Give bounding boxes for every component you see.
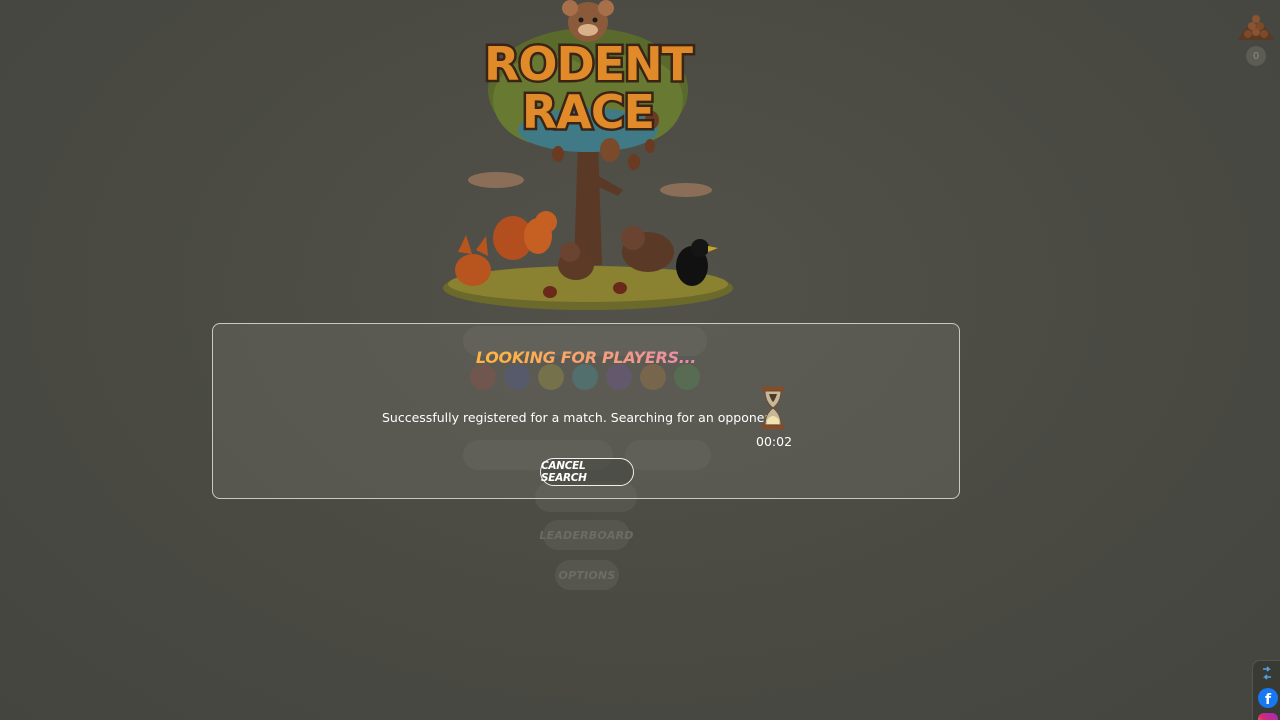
cancel-search-button[interactable]: CANCEL SEARCH	[540, 458, 634, 486]
hourglass-icon	[761, 386, 785, 430]
matchmaking-modal: LOOKING FOR PLAYERS... Successfully regi…	[212, 323, 960, 499]
acorn-pile-icon	[1236, 6, 1276, 42]
game-stage: RODENT RACE LEADERBOARD OPTIONS 0 f LOOK…	[0, 0, 1280, 720]
facebook-icon[interactable]: f	[1258, 688, 1278, 708]
share-icon[interactable]	[1259, 665, 1275, 681]
leaderboard-button: LEADERBOARD	[539, 520, 633, 550]
social-bar: f	[1252, 660, 1280, 720]
acorn-count: 0	[1246, 46, 1266, 66]
instagram-icon[interactable]	[1258, 713, 1278, 720]
modal-title: LOOKING FOR PLAYERS...	[213, 348, 959, 367]
options-button: OPTIONS	[555, 560, 619, 590]
search-timer: 00:02	[756, 434, 793, 449]
status-message: Successfully registered for a match. Sea…	[382, 410, 782, 425]
